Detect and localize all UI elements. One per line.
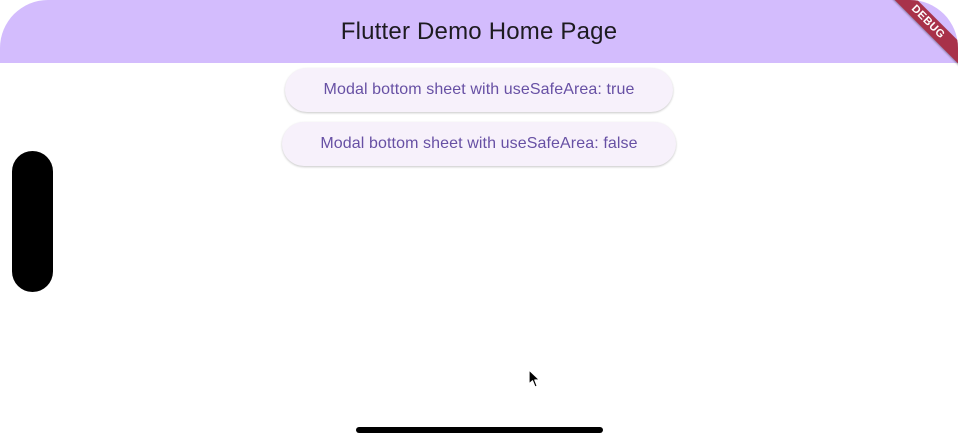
modal-sheet-safe-area-false-button[interactable]: Modal bottom sheet with useSafeArea: fal… <box>282 122 676 166</box>
page-title: Flutter Demo Home Page <box>340 18 618 45</box>
modal-sheet-safe-area-true-button[interactable]: Modal bottom sheet with useSafeArea: tru… <box>285 68 673 112</box>
mouse-pointer-icon <box>528 369 541 388</box>
device-screen: Flutter Demo Home Page DEBUG Modal botto… <box>0 0 958 442</box>
app-bar: Flutter Demo Home Page <box>0 0 958 63</box>
main-content: Modal bottom sheet with useSafeArea: tru… <box>0 63 958 442</box>
home-indicator[interactable] <box>356 427 603 433</box>
camera-cutout <box>12 151 53 292</box>
